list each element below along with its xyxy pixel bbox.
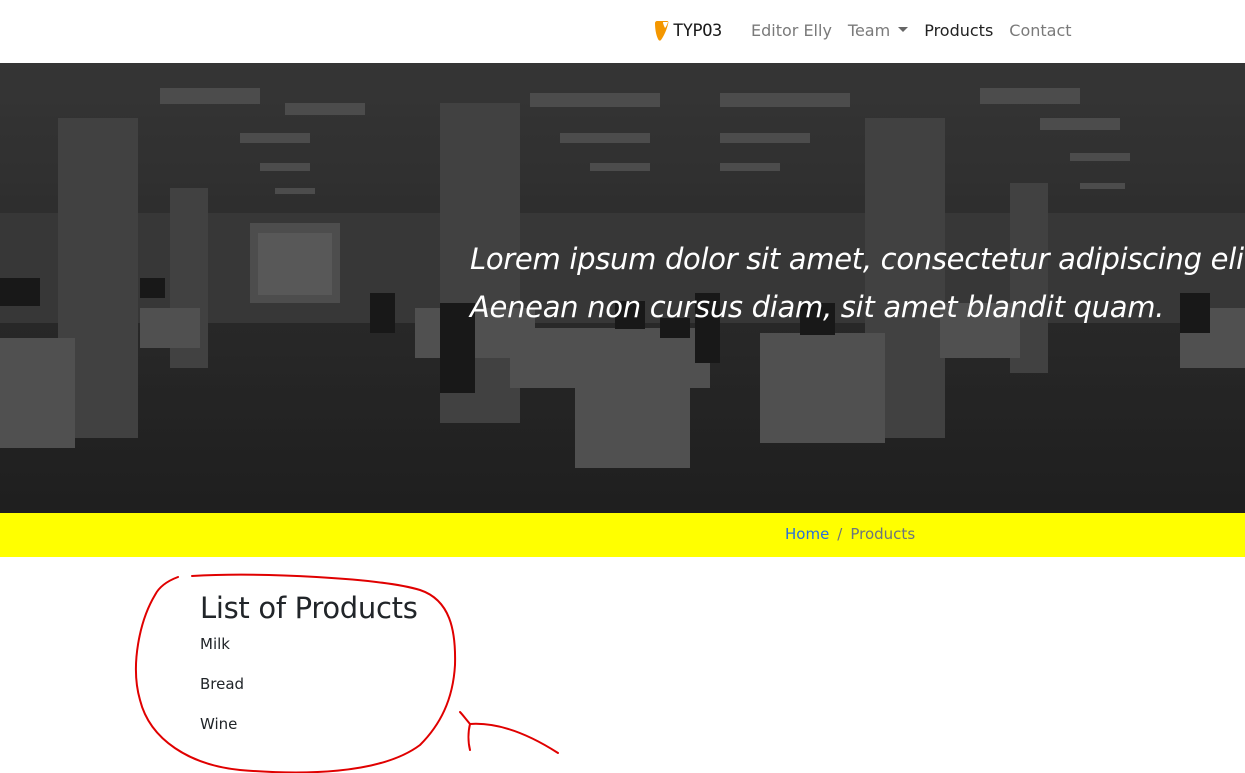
list-item: Wine [200, 715, 238, 733]
top-navbar: TYPO3 Editor Elly Team Products Contact [0, 0, 1245, 63]
list-item: Milk [200, 635, 230, 653]
dropdown-caret-icon [898, 27, 909, 32]
nav-item-editor-elly[interactable]: Editor Elly [751, 20, 832, 42]
nav-item-contact[interactable]: Contact [1009, 20, 1071, 42]
hero-text: Lorem ipsum dolor sit amet, consectetur … [470, 235, 1245, 331]
typo3-logo[interactable]: TYPO3 [654, 18, 722, 44]
hero-text-line-2: Aenean non cursus diam, sit amet blandit… [470, 290, 1165, 324]
breadcrumb-home-link[interactable]: Home [785, 525, 829, 543]
main-content: List of Products Milk Bread Wine [200, 588, 418, 754]
annotation-arrow [459, 711, 559, 754]
breadcrumb-separator: / [837, 525, 843, 543]
nav-item-products[interactable]: Products [924, 20, 993, 42]
nav-item-team-label: Team [847, 21, 891, 40]
hero-text-line-1: Lorem ipsum dolor sit amet, consectetur … [470, 242, 1245, 276]
hero-banner: Lorem ipsum dolor sit amet, consectetur … [0, 63, 1245, 513]
breadcrumb-current: Products [850, 525, 916, 543]
page-title: List of Products [200, 591, 418, 625]
breadcrumb-bar: Home / Products [0, 513, 1245, 557]
typo3-logo-icon [655, 21, 669, 41]
breadcrumb: Home / Products [785, 525, 915, 543]
main-nav: Editor Elly Team Products Contact [751, 20, 1088, 42]
product-list: Milk Bread Wine [200, 634, 418, 734]
nav-item-team[interactable]: Team [847, 20, 909, 42]
list-item: Bread [200, 675, 245, 693]
brand-text: TYPO3 [673, 21, 722, 41]
